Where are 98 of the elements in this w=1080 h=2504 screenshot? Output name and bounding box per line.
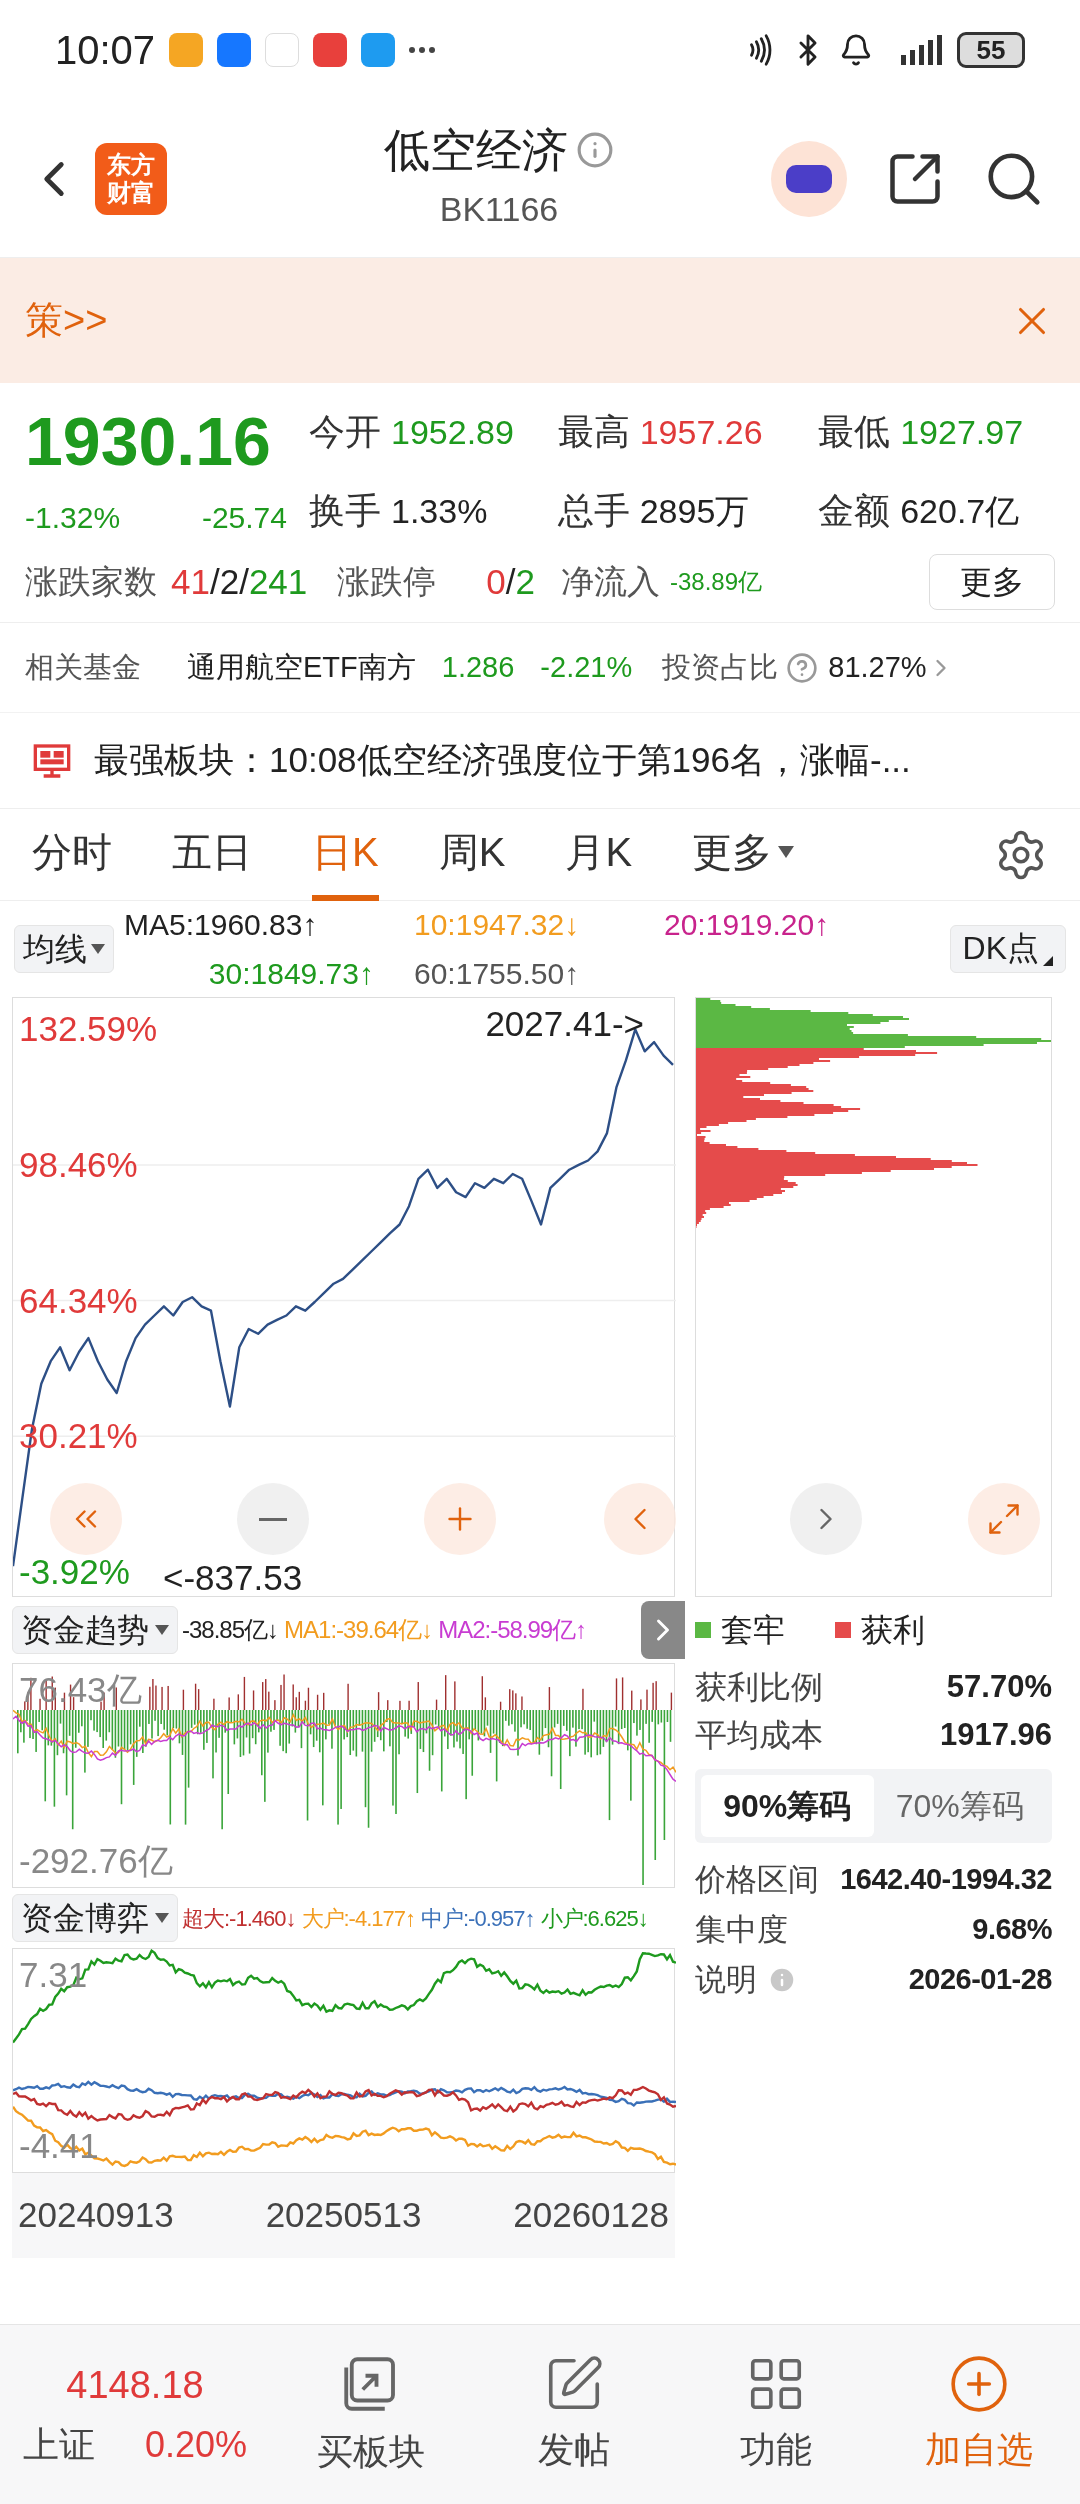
period-tab[interactable]: 周K [438, 808, 506, 901]
fund-price: 1.286 [441, 649, 515, 685]
fund-game-dropdown[interactable]: 资金博弈 [12, 1894, 178, 1942]
period-tab[interactable]: 更多 [692, 808, 795, 901]
dropdown-caret-icon [778, 845, 795, 858]
indicator-value: -38.85亿↓ [182, 1615, 279, 1645]
stat-label: 最高 [557, 410, 630, 454]
axis-label: 64.34% [19, 1280, 138, 1321]
period-tab[interactable]: 分时 [32, 808, 112, 901]
inflow-label: 净流入 [560, 562, 660, 603]
stat-label: 最低 [818, 410, 891, 454]
app-icon [217, 33, 252, 67]
chip-detail-label: 价格区间 [695, 1860, 819, 1899]
stat-label: 今开 [309, 410, 381, 454]
minus-icon [259, 1517, 287, 1521]
stat-label: 金额 [818, 488, 891, 533]
indicator-value: 中户:-0.957↑ [421, 1904, 535, 1933]
breadth-value: 41/2/241 [171, 560, 308, 603]
stat-label: 换手 [309, 488, 381, 533]
max-price-label: 2027.41-> [485, 1003, 644, 1045]
inflow-value: -38.89亿 [669, 567, 762, 597]
chip-detail-label: 说明 [695, 1960, 757, 1999]
app-icon [361, 33, 396, 67]
chip-range-tab[interactable]: 90%筹码 [701, 1775, 874, 1837]
limit-value: 0/2 [486, 560, 535, 603]
app-icon [313, 33, 348, 67]
chip-stat-value: 1917.96 [939, 1715, 1052, 1754]
chip-detail-value: 2026-01-28 [908, 1962, 1052, 1998]
battery-indicator: 55 [957, 32, 1025, 68]
page-title: 低空经济 [384, 123, 568, 178]
nav-button[interactable]: 功能 [675, 2352, 878, 2477]
indicator-value: 大户:-4.177↑ [301, 1904, 415, 1933]
app-icon [265, 33, 300, 67]
nav-button[interactable]: 发帖 [472, 2352, 675, 2477]
stat-label: 总手 [557, 488, 630, 533]
expand-icon [986, 1501, 1022, 1537]
ma-value: 20:1919.20↑ [664, 907, 831, 943]
legend-label: 套牢 [721, 1611, 785, 1650]
notice-text[interactable]: 最强板块：10:08低空经济强度位于第196名，涨幅-... [94, 734, 911, 787]
change-value: -25.74 [201, 500, 287, 536]
period-tab[interactable]: 日K [312, 808, 379, 901]
chip-detail-value: 9.68% [972, 1912, 1052, 1948]
current-price: 1930.16 [25, 402, 272, 481]
ratio-value: 81.27% [828, 649, 927, 685]
dk-dropdown[interactable]: DK点 [949, 925, 1066, 973]
ma-value: 30:1849.73↑ [208, 956, 374, 992]
date-label: 20240913 [18, 2194, 174, 2237]
next-button[interactable] [641, 1601, 685, 1659]
fund-label: 相关基金 [25, 649, 141, 685]
app-icon [169, 33, 204, 67]
axis-label: -3.92% [19, 1551, 130, 1592]
help-icon[interactable] [786, 651, 819, 684]
period-tab[interactable]: 月K [565, 808, 633, 901]
breadth-label: 涨跌家数 [25, 562, 157, 603]
stat-value: 620.7亿 [900, 490, 1020, 532]
chip-stat-label: 平均成本 [695, 1716, 823, 1755]
stat-value: 1927.97 [900, 412, 1024, 453]
info-icon[interactable] [576, 131, 614, 169]
chip-stat-label: 获利比例 [695, 1668, 823, 1707]
ratio-label: 投资占比 [662, 649, 779, 685]
index-name: 上证 [22, 2423, 95, 2467]
stat-value: 1.33% [391, 490, 488, 532]
axis-label: 132.59% [19, 1009, 158, 1050]
indicator-value: 超大:-1.460↓ [182, 1904, 296, 1933]
chip-range-tab[interactable]: 70%筹码 [873, 1775, 1046, 1837]
date-label: 20250513 [265, 2194, 422, 2237]
index-value: 4148.18 [66, 2363, 204, 2408]
ma-dropdown[interactable]: 均线 [14, 925, 114, 973]
more-button[interactable]: 更多 [929, 554, 1055, 610]
nav-button[interactable]: 买板块 [270, 2350, 473, 2479]
stat-value: 1952.89 [391, 412, 514, 453]
indicator-value: MA2:-58.99亿↑ [438, 1615, 587, 1645]
min-price-label: <-837.53 [163, 1558, 303, 1598]
status-time: 10:07 [55, 27, 156, 74]
stat-value: 2895万 [639, 490, 750, 532]
legend-label: 获利 [861, 1611, 925, 1650]
fund-name[interactable]: 通用航空ETF南方 [187, 645, 416, 690]
board-code: BK1166 [439, 189, 559, 230]
indicator-value: MA1:-39.64亿↓ [284, 1615, 433, 1645]
app-logo: 东方 财富 [95, 142, 167, 215]
axis-label: 98.46% [19, 1145, 138, 1186]
change-percent: -1.32% [25, 500, 121, 536]
limit-label: 涨跌停 [337, 562, 437, 603]
more-notifications-icon [409, 47, 436, 53]
index-change: 0.20% [144, 2423, 248, 2467]
date-label: 20260128 [513, 2194, 669, 2237]
chip-detail-value: 1642.40-1994.32 [840, 1862, 1052, 1898]
ma-value: 60:1755.50↑ [414, 956, 581, 992]
chip-stat-value: 57.70% [946, 1667, 1052, 1706]
fund-trend-dropdown[interactable]: 资金趋势 [12, 1606, 178, 1654]
fund-change: -2.21% [540, 649, 633, 685]
indicator-value: 小户:6.625↓ [540, 1904, 648, 1933]
ma-value: MA5:1960.83↑ [124, 907, 319, 943]
stat-value: 1957.26 [639, 412, 763, 453]
axis-label: -292.76亿 [19, 1839, 173, 1882]
ma-value: 10:1947.32↓ [414, 907, 581, 943]
period-tab[interactable]: 五日 [172, 808, 252, 901]
chip-detail-label: 集中度 [695, 1910, 788, 1949]
